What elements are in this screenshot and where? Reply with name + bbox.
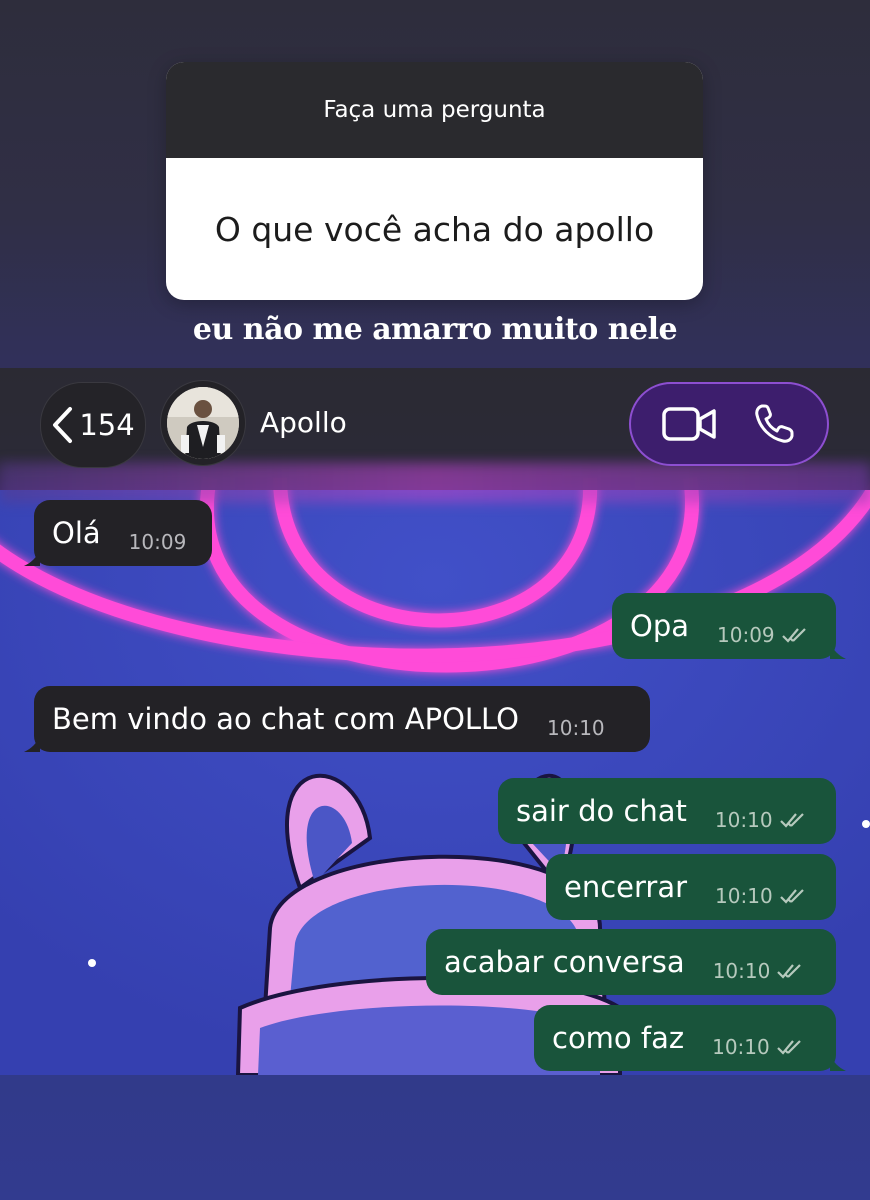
message-text: sair do chat bbox=[516, 794, 687, 828]
person-photo-icon bbox=[167, 387, 239, 459]
message-text: Bem vindo ao chat com APOLLO bbox=[52, 702, 520, 736]
message-text: acabar conversa bbox=[444, 945, 685, 979]
message-time: 10:10 bbox=[547, 716, 605, 740]
back-button[interactable]: 154 bbox=[40, 382, 146, 468]
message-time: 10:10 bbox=[714, 808, 773, 832]
message-text: como faz bbox=[552, 1021, 685, 1055]
message-time: 10:09 bbox=[717, 623, 775, 647]
message-text: encerrar bbox=[564, 870, 688, 904]
chat-screenshot: 154 Apollo Olá 10:09 Opa 10:09 Bem vindo… bbox=[0, 368, 870, 1075]
bubble-tail bbox=[830, 1055, 846, 1071]
bubble-tail bbox=[24, 550, 40, 566]
video-call-button[interactable] bbox=[662, 405, 718, 443]
message-text: Opa bbox=[630, 609, 690, 643]
message-outgoing[interactable]: sair do chat 10:10 bbox=[498, 778, 836, 844]
voice-call-button[interactable] bbox=[752, 402, 796, 446]
chat-header: 154 Apollo bbox=[0, 368, 870, 503]
bubble-tail bbox=[24, 736, 40, 752]
double-check-icon bbox=[776, 1040, 801, 1055]
message-time: 10:09 bbox=[128, 530, 187, 554]
header-glow bbox=[0, 463, 870, 503]
message-outgoing[interactable]: como faz 10:10 bbox=[534, 1005, 846, 1071]
answer-caption: eu não me amarro muito nele bbox=[192, 312, 678, 347]
message-incoming[interactable]: Bem vindo ao chat com APOLLO 10:10 bbox=[24, 686, 650, 752]
avatar-photo bbox=[167, 387, 239, 459]
message-outgoing[interactable]: Opa 10:09 bbox=[612, 593, 846, 659]
message-time: 10:10 bbox=[715, 884, 773, 908]
call-actions bbox=[629, 382, 829, 466]
message-outgoing[interactable]: acabar conversa 10:10 bbox=[426, 929, 836, 995]
contact-name[interactable]: Apollo bbox=[260, 406, 347, 439]
question-sticker[interactable]: Faça uma pergunta O que você acha do apo… bbox=[166, 62, 703, 300]
double-check-icon bbox=[777, 964, 802, 979]
message-incoming[interactable]: Olá 10:09 bbox=[24, 500, 212, 566]
double-check-icon bbox=[779, 889, 804, 904]
message-outgoing[interactable]: encerrar 10:10 bbox=[546, 854, 836, 920]
question-sticker-text: O que você acha do apollo bbox=[214, 209, 655, 249]
message-text: Olá bbox=[52, 516, 101, 550]
bubble-tail bbox=[830, 643, 846, 659]
avatar[interactable] bbox=[160, 380, 246, 466]
double-check-icon bbox=[781, 628, 806, 643]
video-camera-icon bbox=[662, 407, 716, 441]
message-time: 10:10 bbox=[712, 959, 771, 983]
phone-icon bbox=[755, 404, 794, 443]
double-check-icon bbox=[779, 813, 804, 828]
unread-count: 154 bbox=[79, 408, 135, 442]
question-sticker-header: Faça uma pergunta bbox=[166, 62, 703, 158]
message-time: 10:10 bbox=[712, 1035, 770, 1059]
chevron-left-icon bbox=[53, 407, 73, 443]
